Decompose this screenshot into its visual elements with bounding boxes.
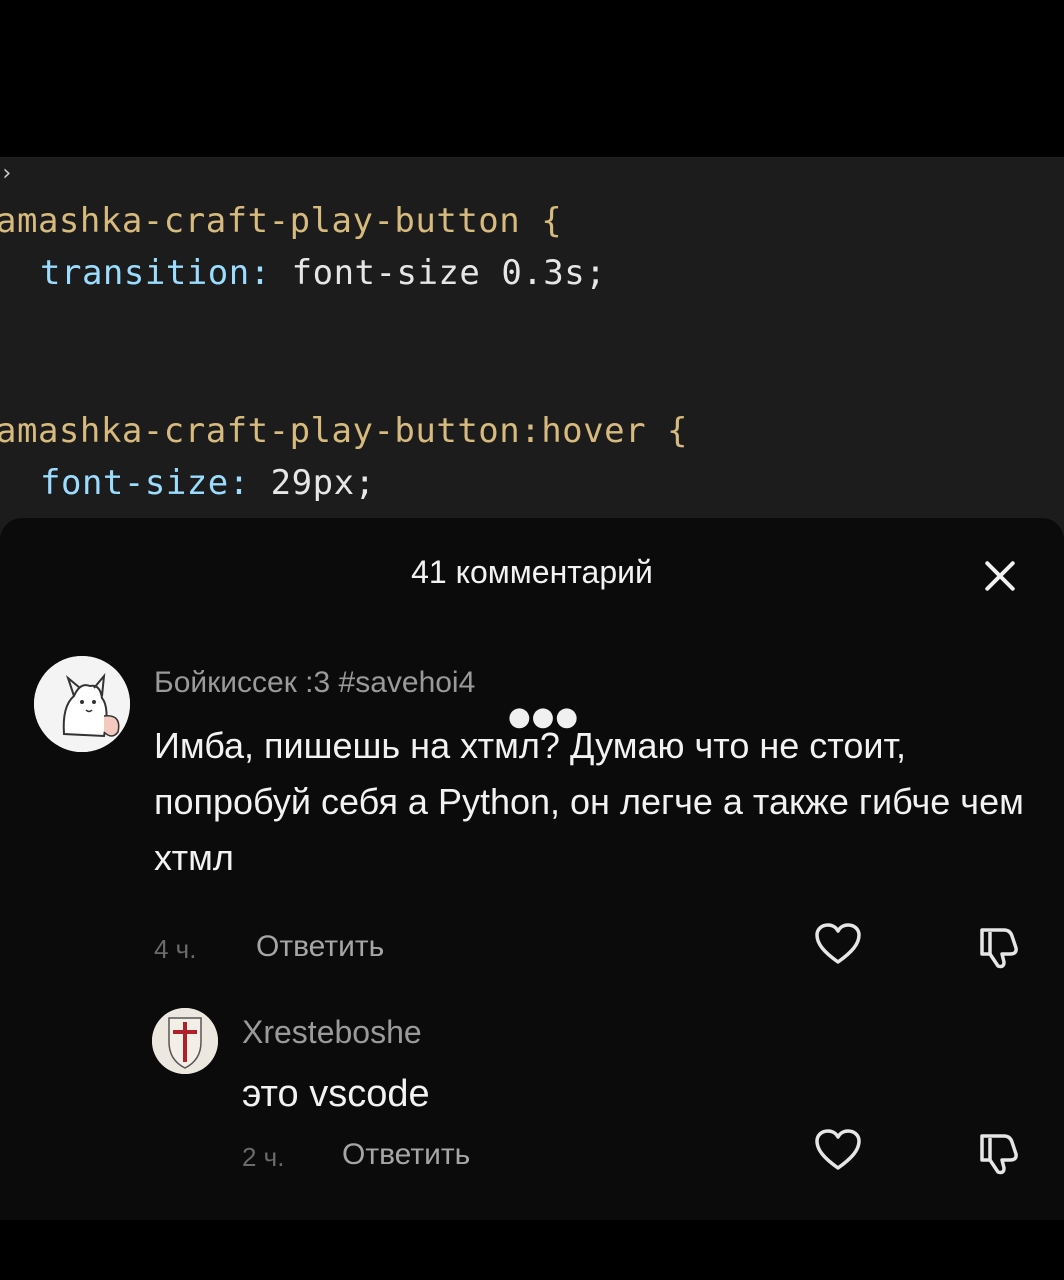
reply-button[interactable]: Ответить: [342, 1138, 470, 1172]
heart-icon[interactable]: [814, 922, 862, 966]
reply-button[interactable]: Ответить: [256, 930, 384, 964]
avatar[interactable]: [152, 1008, 218, 1074]
css-selector: amashka-craft-play-button {: [0, 201, 563, 241]
comment-text: Имба, пишешь на хтмл? Думаю что не стоит…: [154, 725, 1024, 878]
avatar[interactable]: [34, 656, 130, 752]
comment-author[interactable]: Xresteboshe: [242, 1014, 422, 1051]
code-line-1: amashka-craft-play-button {: [0, 201, 562, 241]
code-line-2: transition: font-size 0.3s;: [40, 253, 606, 293]
thumbs-down-icon[interactable]: [974, 922, 1022, 970]
bottom-bar: [0, 1220, 1064, 1280]
comment-time: 4 ч.: [154, 934, 197, 964]
comment-text: это vscode: [242, 1073, 430, 1115]
comment-time: 2 ч.: [242, 1142, 285, 1172]
css-property: transition:: [40, 253, 271, 293]
close-icon[interactable]: [978, 554, 1022, 598]
comment-author[interactable]: Бойкиссек :3 #savehoi4: [154, 666, 475, 700]
css-selector: amashka-craft-play-button:hover {: [0, 411, 689, 451]
thumbs-down-icon[interactable]: [974, 1128, 1022, 1176]
comments-count-title: 41 комментарий: [411, 554, 653, 590]
comments-sheet: 41 комментарий Бойкиссек :3 #savehoi4 ●●…: [0, 518, 1064, 1220]
css-value: 29px;: [249, 463, 376, 503]
css-value: font-size 0.3s;: [270, 253, 607, 293]
code-editor: › amashka-craft-play-button { transition…: [0, 157, 1064, 537]
chevron-right-icon[interactable]: ›: [0, 161, 13, 186]
css-property: font-size:: [40, 463, 250, 503]
heart-icon[interactable]: [814, 1128, 862, 1172]
code-line-3: amashka-craft-play-button:hover {: [0, 411, 688, 451]
code-line-4: font-size: 29px;: [40, 463, 376, 503]
